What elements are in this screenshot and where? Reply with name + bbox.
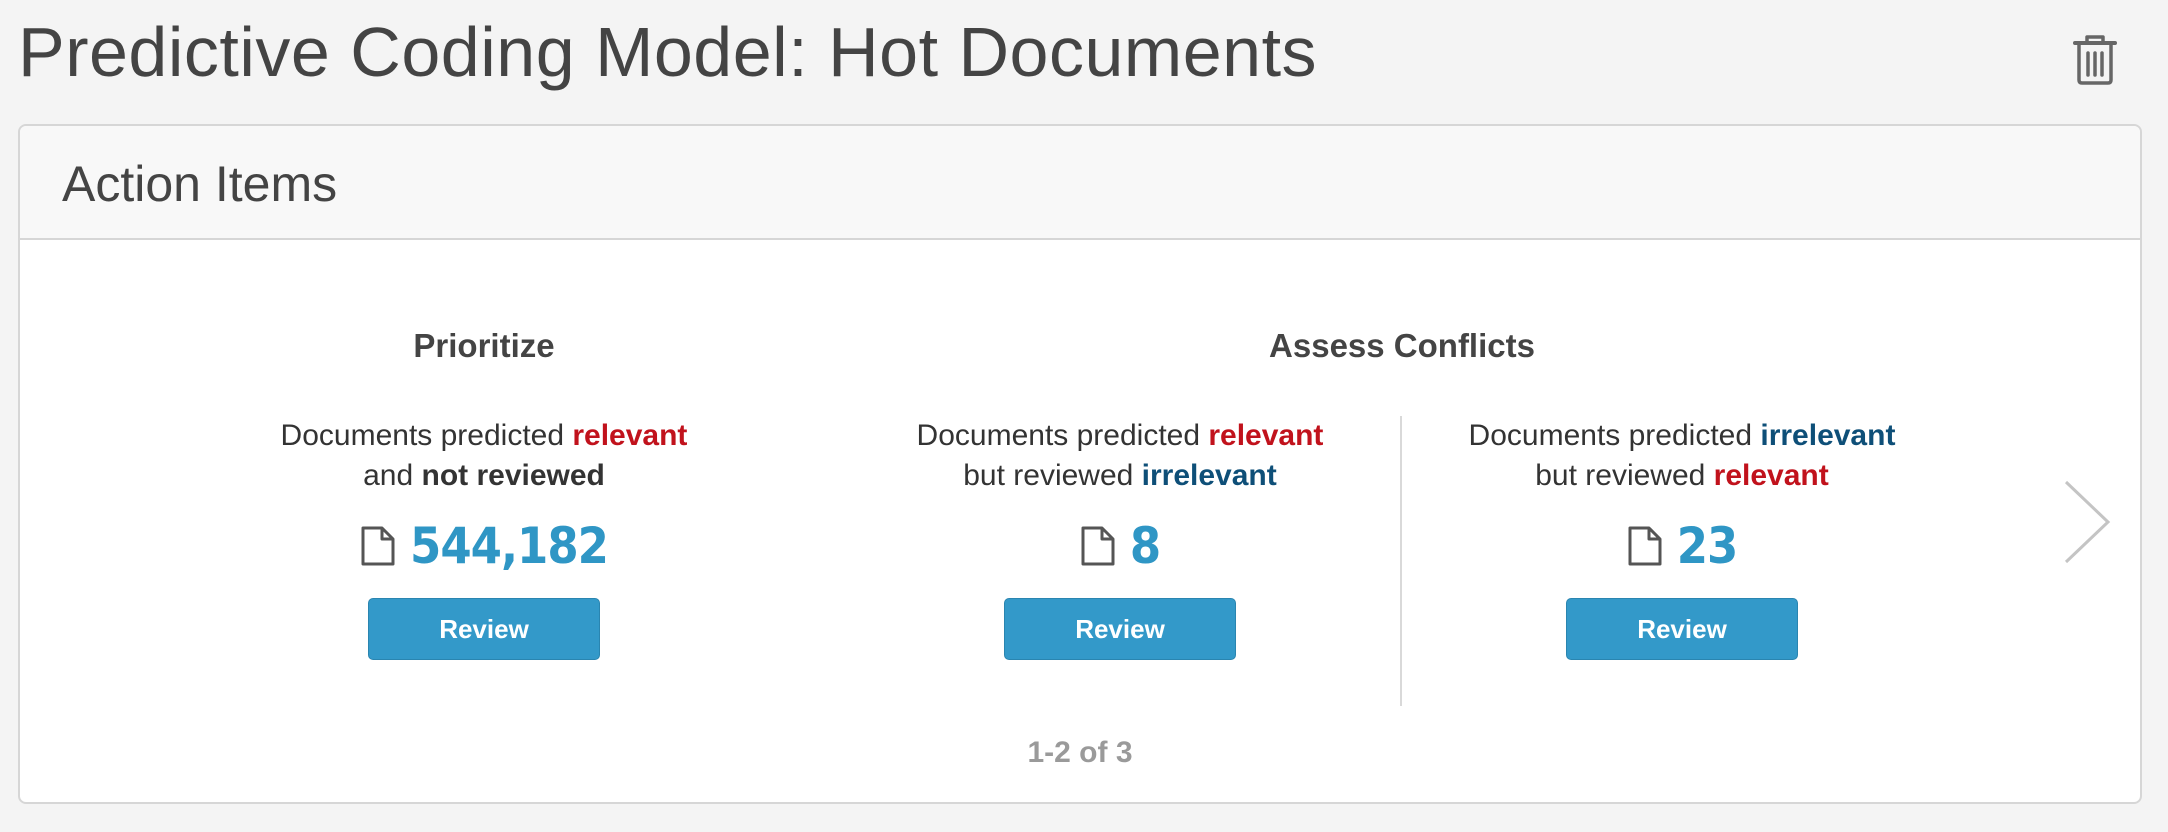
action-item-conflict-irrelevant: Documents predicted irrelevant but revie… (1422, 416, 1942, 660)
section-title-assess-conflicts: Assess Conflicts (1269, 327, 1535, 364)
action-item-prioritize: Documents predicted relevant and not rev… (224, 416, 744, 660)
count-row: 8 (860, 516, 1380, 576)
item-description: Documents predicted irrelevant (1468, 419, 1896, 452)
keyword-relevant: relevant (1713, 459, 1829, 492)
document-icon (1081, 526, 1115, 566)
keyword-relevant: relevant (1208, 419, 1324, 452)
document-icon (361, 526, 395, 566)
keyword-not-reviewed: not reviewed (421, 459, 605, 492)
keyword-irrelevant: irrelevant (1141, 459, 1277, 492)
panel-header: Action Items (20, 126, 2140, 240)
divider (1400, 416, 1402, 706)
item-description: Documents predicted relevant (280, 419, 688, 452)
page-title: Predictive Coding Model: Hot Documents (18, 13, 1318, 91)
trash-icon[interactable] (2072, 34, 2118, 86)
review-button[interactable]: Review (1566, 598, 1798, 660)
panel-title: Action Items (62, 156, 338, 212)
count-row: 23 (1422, 516, 1942, 576)
item-description: Documents predicted relevant (916, 419, 1324, 452)
document-count[interactable]: 8 (1130, 516, 1161, 576)
action-item-conflict-relevant: Documents predicted relevant but reviewe… (860, 416, 1380, 660)
review-button[interactable]: Review (1004, 598, 1236, 660)
document-count[interactable]: 23 (1677, 516, 1739, 576)
review-button[interactable]: Review (368, 598, 600, 660)
document-count[interactable]: 544,182 (410, 516, 609, 576)
keyword-irrelevant: irrelevant (1760, 419, 1896, 452)
action-items-panel: Action Items Prioritize Assess Conflicts… (18, 124, 2142, 804)
document-icon (1628, 526, 1662, 566)
count-row: 544,182 (224, 516, 744, 576)
section-title-prioritize: Prioritize (413, 327, 555, 364)
chevron-right-icon[interactable] (2060, 478, 2116, 566)
keyword-relevant: relevant (572, 419, 688, 452)
pagination-label: 1-2 of 3 (1027, 736, 1133, 769)
